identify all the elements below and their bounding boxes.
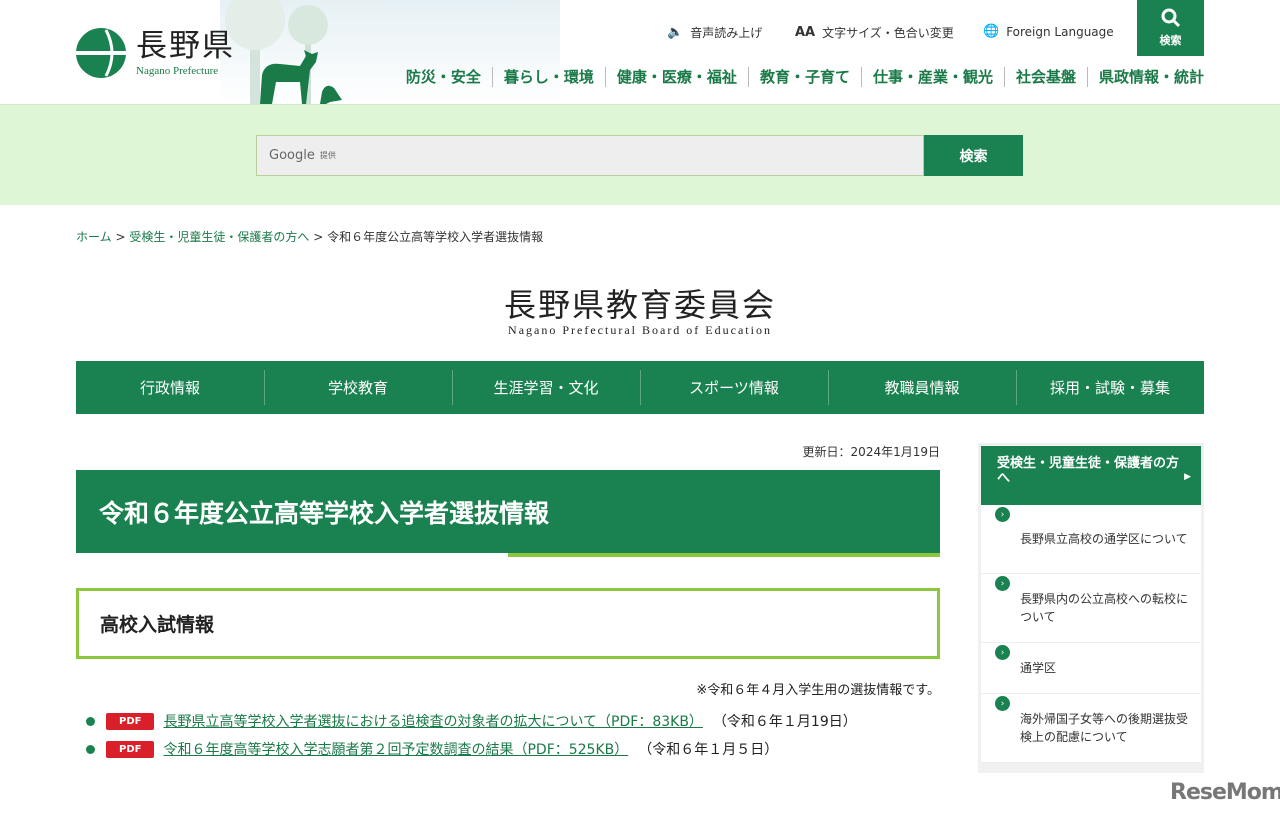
section-note: ※令和６年４月入学生用の選抜情報です。: [696, 683, 940, 698]
google-suffix: 提供: [319, 151, 336, 160]
document-date: （令和６年１月５日）: [638, 742, 779, 758]
site-logo[interactable]: 長野県 Nagano Prefecture: [76, 28, 235, 78]
globe-icon: 🌐: [983, 24, 1000, 39]
main-nav: 行政情報 学校教育 生涯学習・文化 スポーツ情報 教職員情報 採用・試験・募集: [76, 361, 1204, 414]
breadcrumb-current: 令和６年度公立高等学校入学者選抜情報: [327, 230, 544, 244]
speaker-icon: 🔈: [667, 25, 684, 40]
main-nav-item[interactable]: 行政情報: [76, 361, 264, 414]
site-header: 長野県 Nagano Prefecture 🔈 音声読み上げ AA 文字サイズ・色合…: [0, 0, 1280, 104]
main-nav-item[interactable]: 生涯学習・文化: [452, 361, 640, 414]
chevron-right-icon: ›: [995, 507, 1010, 522]
logo-japanese: 長野県: [136, 28, 235, 64]
sidebar-item-label: 海外帰国子女等への後期選抜受検上の配慮について: [1020, 712, 1189, 744]
gnav-item[interactable]: 仕事・産業・観光: [860, 67, 1004, 87]
bullet-icon: [86, 716, 95, 726]
site-search-input[interactable]: Google 提供: [256, 135, 924, 176]
header-search-label: 検索: [1159, 34, 1182, 47]
document-date: （令和６年１月19日）: [712, 714, 857, 730]
speech-button[interactable]: 🔈 音声読み上げ: [667, 24, 762, 41]
prefecture-emblem-icon: [76, 28, 126, 78]
google-brand: Google: [269, 148, 315, 163]
main-nav-item[interactable]: 採用・試験・募集: [1016, 361, 1204, 414]
pdf-badge: PDF: [106, 740, 155, 758]
document-link[interactable]: 長野県立高等学校入学者選抜における追検査の対象者の拡大について（PDF：83KB…: [163, 711, 702, 731]
sidebar-item[interactable]: › 長野県立高校の通学区について: [981, 505, 1201, 574]
document-list-item: PDF 令和６年度高等学校入学志願者第２回予定数調査の結果（PDF：525KB）…: [86, 739, 778, 759]
watermark-logo: ReseMom: [1170, 780, 1280, 805]
sidebar-item-label: 通学区: [1020, 661, 1057, 675]
search-band: Google 提供 検索: [0, 104, 1280, 205]
sidebar-item[interactable]: › 通学区: [981, 643, 1201, 694]
breadcrumb: ホーム > 受検生・児童生徒・保護者の方へ > 令和６年度公立高等学校入学者選抜…: [76, 228, 543, 245]
section-heading: 高校入試情報: [76, 588, 940, 659]
global-nav: 防災・安全 暮らし・環境 健康・医療・福祉 教育・子育て 仕事・産業・観光 社会…: [395, 67, 1204, 87]
font-size-label: 文字サイズ・色合い変更: [822, 26, 954, 40]
foreign-language-label: Foreign Language: [1006, 24, 1114, 39]
sidebar-item[interactable]: › 海外帰国子女等への後期選抜受検上の配慮について: [981, 694, 1201, 763]
font-size-button[interactable]: AA 文字サイズ・色合い変更: [795, 24, 954, 41]
gnav-item[interactable]: 防災・安全: [395, 67, 492, 87]
logo-english: Nagano Prefecture: [136, 65, 219, 77]
breadcrumb-home[interactable]: ホーム: [76, 230, 112, 244]
document-list-item: PDF 長野県立高等学校入学者選抜における追検査の対象者の拡大について（PDF：…: [86, 711, 857, 731]
breadcrumb-sep: >: [313, 230, 324, 244]
bullet-icon: [86, 744, 95, 754]
caret-right-icon: ▶: [1184, 472, 1191, 482]
header-search-button[interactable]: 検索: [1137, 0, 1204, 56]
font-size-icon: AA: [795, 25, 816, 40]
breadcrumb-sep: >: [115, 230, 126, 244]
board-subtitle: Nagano Prefectural Board of Education: [508, 323, 772, 337]
updated-date: 更新日：2024年1月19日: [802, 445, 940, 459]
gnav-item[interactable]: 健康・医療・福祉: [604, 67, 748, 87]
board-title[interactable]: 長野県教育委員会: [0, 280, 1280, 326]
gnav-item[interactable]: 教育・子育て: [747, 67, 861, 87]
search-icon: [1161, 8, 1180, 28]
sidebar: 受検生・児童生徒・保護者の方へ ▶ › 長野県立高校の通学区について › 長野県内の公…: [978, 443, 1204, 773]
document-link[interactable]: 令和６年度高等学校入学志願者第２回予定数調査の結果（PDF：525KB）: [163, 739, 628, 759]
sidebar-heading[interactable]: 受検生・児童生徒・保護者の方へ ▶: [981, 446, 1201, 505]
sidebar-item-label: 長野県立高校の通学区について: [1020, 532, 1188, 546]
foreign-language-button[interactable]: 🌐 Foreign Language: [983, 24, 1114, 39]
chevron-right-icon: ›: [995, 696, 1010, 711]
gnav-item[interactable]: 暮らし・環境: [491, 67, 605, 87]
sidebar-item[interactable]: › 長野県内の公立高校への転校について: [981, 574, 1201, 643]
chevron-right-icon: ›: [995, 645, 1010, 660]
speech-label: 音声読み上げ: [690, 26, 763, 40]
title-underline: [508, 553, 940, 557]
sidebar-heading-label: 受検生・児童生徒・保護者の方へ: [997, 456, 1180, 486]
gnav-item[interactable]: 社会基盤: [1003, 67, 1087, 87]
main-nav-item[interactable]: 教職員情報: [828, 361, 1016, 414]
site-search-button[interactable]: 検索: [924, 135, 1023, 176]
forest-illustration: [220, 0, 560, 104]
main-nav-item[interactable]: スポーツ情報: [640, 361, 828, 414]
chevron-right-icon: ›: [995, 576, 1010, 591]
breadcrumb-parent[interactable]: 受検生・児童生徒・保護者の方へ: [129, 230, 309, 244]
gnav-item[interactable]: 県政情報・統計: [1086, 67, 1204, 87]
pdf-badge: PDF: [106, 712, 155, 730]
sidebar-item-label: 長野県内の公立高校への転校について: [1020, 592, 1189, 624]
main-nav-item[interactable]: 学校教育: [264, 361, 452, 414]
page-title: 令和６年度公立高等学校入学者選抜情報: [76, 470, 940, 553]
